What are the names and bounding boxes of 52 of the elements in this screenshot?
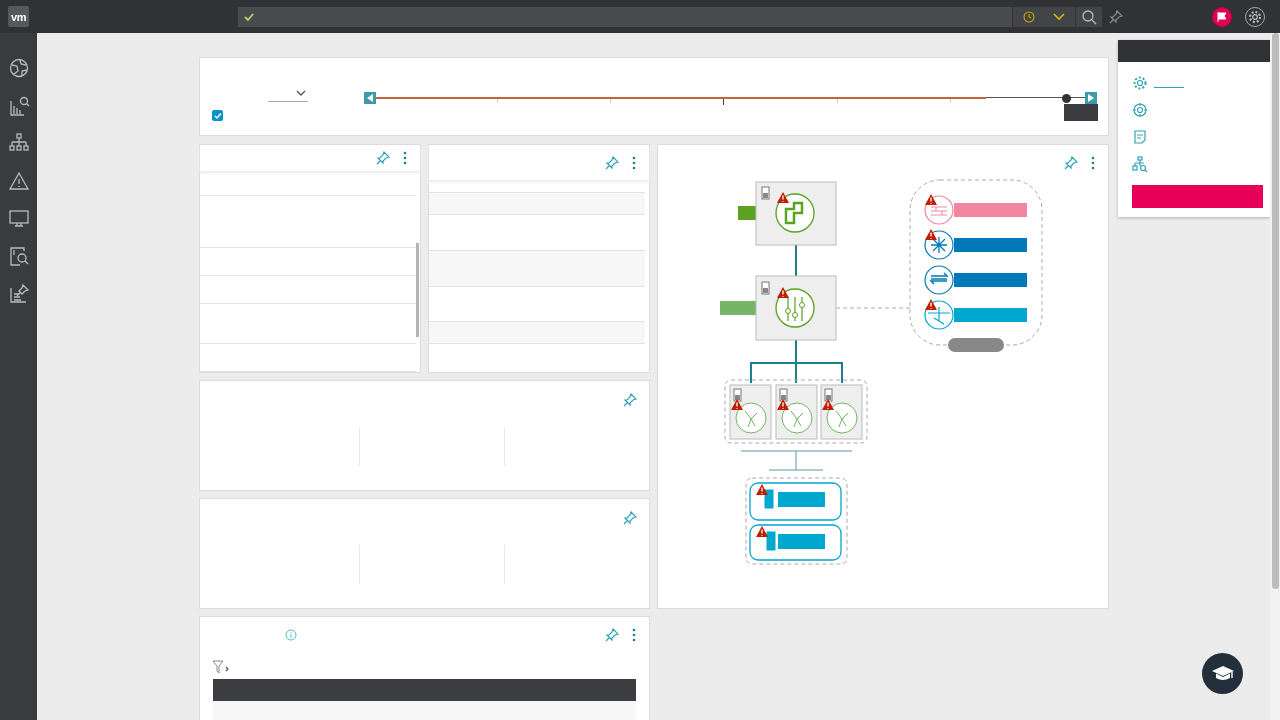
pin-icon[interactable] <box>1064 156 1078 170</box>
target-icon <box>1132 101 1148 118</box>
edge-node <box>729 384 772 440</box>
scrollbar-thumb[interactable] <box>1271 33 1279 589</box>
hierarchy-icon <box>7 132 30 154</box>
group-label-pill <box>948 338 1004 352</box>
previous-button[interactable] <box>364 92 376 104</box>
checkbox[interactable] <box>212 110 223 121</box>
learning-button[interactable] <box>1202 653 1243 694</box>
check-icon <box>244 11 254 22</box>
monitor-icon <box>7 207 30 229</box>
chart-search-icon <box>7 94 30 117</box>
filter-icon[interactable] <box>212 660 230 674</box>
timeline-tooltip <box>1064 104 1098 121</box>
next-button[interactable] <box>1085 92 1097 104</box>
search-button[interactable] <box>1075 6 1102 27</box>
flag-icon <box>1217 11 1227 22</box>
pin-icon <box>1108 9 1123 24</box>
gear-icon <box>1132 74 1148 91</box>
caret-icon <box>1053 12 1065 21</box>
more-icon[interactable] <box>402 151 408 165</box>
globe-icon <box>7 57 30 79</box>
note-icon <box>1132 128 1148 145</box>
timeline-handle[interactable] <box>1062 94 1072 103</box>
info-icon <box>285 629 297 641</box>
logo[interactable]: vm <box>8 6 29 27</box>
doc-search-icon <box>7 244 30 267</box>
chart-pin-icon <box>7 282 30 304</box>
pin-icon[interactable] <box>376 151 390 165</box>
pin-icon[interactable] <box>623 393 637 407</box>
pin-icon[interactable] <box>605 155 619 170</box>
clock-icon <box>1023 10 1035 23</box>
edge-node <box>775 384 818 440</box>
search-icon <box>1081 8 1097 25</box>
more-icon[interactable] <box>1090 156 1096 170</box>
scrollbar-thumb[interactable] <box>416 243 419 337</box>
dropdown-field[interactable] <box>268 90 308 102</box>
settings-icon <box>1248 9 1262 24</box>
edge-node <box>820 384 863 440</box>
alerts-button[interactable] <box>1212 6 1232 27</box>
more-icon[interactable] <box>631 155 637 170</box>
hierarchy-search-icon <box>1132 155 1148 172</box>
left-arrow-icon <box>366 94 374 102</box>
nav-button[interactable] <box>6 132 31 154</box>
time-range-button[interactable] <box>1012 6 1075 27</box>
pin-icon[interactable] <box>605 628 619 642</box>
right-arrow-icon <box>1087 94 1095 102</box>
more-icon[interactable] <box>631 628 637 642</box>
nav-button[interactable] <box>6 207 31 229</box>
caret-icon <box>296 90 306 97</box>
pin-icon[interactable] <box>623 511 637 525</box>
search-field[interactable] <box>238 6 1012 27</box>
